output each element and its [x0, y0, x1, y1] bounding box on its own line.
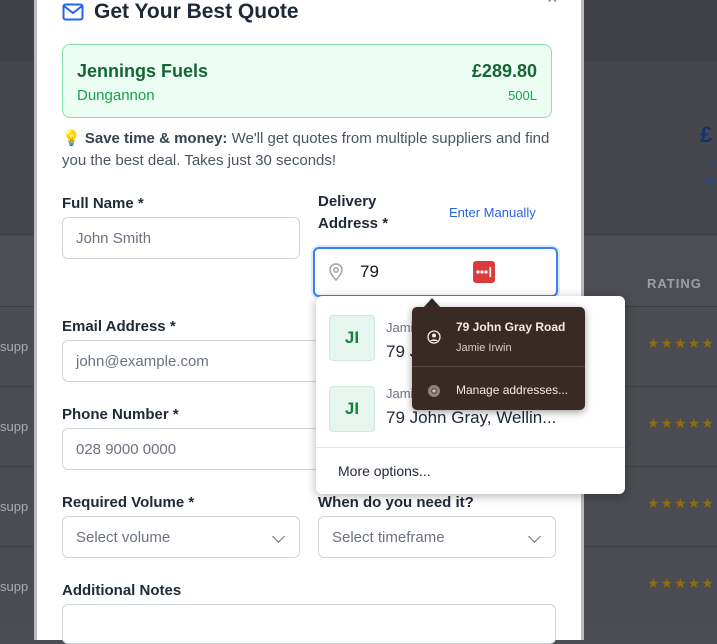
initials-avatar: JI — [329, 386, 375, 432]
account-icon — [427, 330, 441, 344]
dropdown-divider — [316, 447, 625, 448]
full-name-input[interactable]: John Smith — [62, 217, 300, 259]
tooltip-divider — [412, 366, 585, 367]
tooltip-name: Jamie Irwin — [456, 342, 512, 354]
tip-bold: Save time & money: — [84, 130, 228, 147]
manage-addresses-item[interactable]: Manage addresses... — [456, 383, 568, 397]
volume-select[interactable]: Select volume — [62, 516, 300, 558]
more-options-item[interactable]: More options... — [338, 463, 431, 479]
phone-placeholder: 028 9000 0000 — [76, 440, 177, 458]
background-price-sub: 9 — [706, 154, 714, 169]
notes-label: Additional Notes — [62, 582, 182, 599]
full-name-label: Full Name * — [62, 195, 144, 212]
enter-manually-link[interactable]: Enter Manually — [449, 205, 536, 220]
delivery-address-value: 79 — [360, 262, 379, 281]
modal-title: Get Your Best Quote — [62, 0, 299, 24]
full-name-placeholder: John Smith — [76, 229, 152, 247]
delivery-label-line1: Delivery — [318, 193, 377, 210]
savings-tip: 💡 Save time & money: We'll get quotes fr… — [62, 128, 557, 172]
delivery-address-label: Delivery Address * — [318, 193, 388, 238]
supplier-location: Dungannon — [77, 87, 155, 104]
rating-stars: ★★★★★ — [647, 415, 715, 431]
modal-title-text: Get Your Best Quote — [94, 0, 299, 23]
phone-label: Phone Number * — [62, 406, 179, 423]
delivery-address-input[interactable]: 79 — [313, 247, 558, 297]
chevron-down-icon — [528, 530, 541, 543]
row-label: supp — [0, 499, 29, 514]
volume-select-value: Select volume — [76, 528, 171, 546]
background-price: £ — [700, 122, 713, 147]
lightbulb-icon: 💡 — [62, 130, 81, 147]
notes-textarea[interactable] — [62, 604, 556, 644]
row-label: supp — [0, 339, 29, 354]
tooltip-address: 79 John Gray Road — [456, 320, 566, 334]
rating-column-header: RATING — [647, 276, 702, 291]
email-placeholder: john@example.com — [76, 352, 209, 370]
chrome-icon — [428, 385, 440, 397]
row-label: supp — [0, 419, 29, 434]
row-label: supp — [0, 579, 29, 594]
delivery-label-line2: Address * — [318, 215, 389, 232]
autofill-preview-tooltip: 79 John Gray Road Jamie Irwin Manage add… — [412, 307, 585, 410]
rating-stars: ★★★★★ — [647, 335, 715, 351]
autofill-option-address: 79 John Gray, Wellin... — [386, 408, 557, 427]
mail-icon — [62, 3, 84, 21]
chevron-down-icon — [272, 530, 285, 543]
rating-stars: ★★★★★ — [647, 575, 715, 591]
when-label: When do you need it? — [318, 494, 474, 511]
initials-avatar: JI — [329, 315, 375, 361]
timeframe-select-value: Select timeframe — [332, 528, 445, 546]
volume-label: Required Volume * — [62, 494, 195, 511]
close-icon[interactable]: × — [547, 0, 558, 9]
supplier-volume: 500L — [508, 88, 537, 103]
background-price-sub2: 49 — [702, 174, 717, 189]
supplier-price: £289.80 — [471, 61, 537, 81]
selected-supplier-card: Jennings Fuels Dungannon £289.80 500L — [62, 44, 552, 118]
password-manager-icon[interactable] — [473, 261, 495, 283]
location-pin-icon — [329, 263, 343, 281]
rating-stars: ★★★★★ — [647, 495, 715, 511]
supplier-name: Jennings Fuels — [77, 61, 209, 81]
email-label: Email Address * — [62, 318, 176, 335]
timeframe-select[interactable]: Select timeframe — [318, 516, 556, 558]
